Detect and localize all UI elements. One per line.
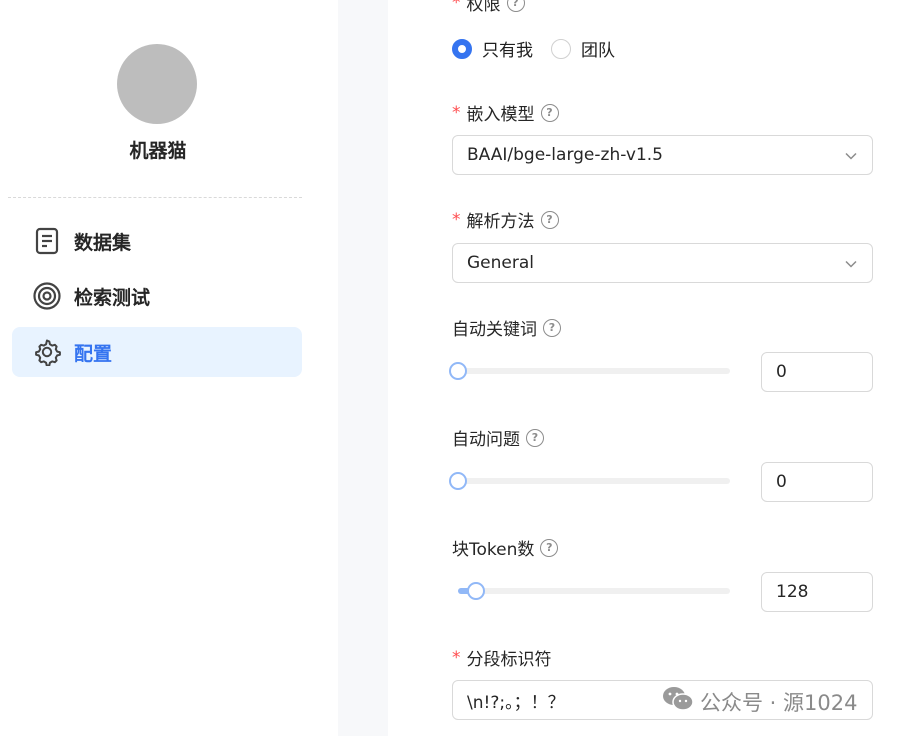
slider-handle[interactable] [449,472,467,490]
auto-questions-label: 自动问题 ? [452,425,544,450]
embedding-model-select[interactable]: BAAI/bge-large-zh-v1.5 [452,135,873,175]
radio-only-me[interactable]: 只有我 [452,36,533,61]
help-icon[interactable]: ? [540,538,559,557]
content-gutter [338,0,388,736]
sidebar: 机器猫 数据集 检索测试 配置 [0,0,316,736]
gear-icon [32,337,62,367]
avatar [117,44,197,124]
radio-checked-icon[interactable] [452,38,472,59]
target-icon [32,281,62,311]
auto-keywords-slider[interactable] [449,362,730,380]
chunk-tokens-slider[interactable] [458,582,730,600]
help-icon[interactable]: ? [543,318,561,337]
chunk-tokens-input[interactable]: 128 [761,572,873,612]
permission-radio-group: 只有我 团队 [452,36,633,61]
document-icon [32,226,62,256]
radio-unchecked-icon[interactable] [551,38,571,59]
watermark: 公众号 · 源1024 [662,686,857,717]
auto-questions-input[interactable]: 0 [761,462,873,502]
sidebar-item-retrieval-test[interactable]: 检索测试 [12,271,302,321]
sidebar-item-label: 配置 [74,342,113,365]
auto-keywords-input[interactable]: 0 [761,352,873,392]
sidebar-item-config[interactable]: 配置 [12,327,302,377]
chevron-down-icon [844,256,858,276]
parse-method-select[interactable]: General [452,243,873,283]
sidebar-item-label: 检索测试 [74,286,151,309]
delimiter-label: * 分段标识符 [452,647,552,671]
chevron-down-icon [844,148,858,168]
slider-handle[interactable] [449,362,467,380]
help-icon[interactable]: ? [540,210,559,229]
sidebar-item-label: 数据集 [74,231,132,254]
sidebar-item-dataset[interactable]: 数据集 [12,216,302,266]
parse-method-label: * 解析方法 ? [452,207,559,232]
auto-questions-slider[interactable] [449,472,730,490]
wechat-icon [662,686,694,717]
permission-label: * 权限 ? [452,0,525,15]
auto-keywords-label: 自动关键词 ? [452,315,561,340]
help-icon[interactable]: ? [540,103,559,122]
knowledge-base-name: 机器猫 [129,140,187,162]
embedding-model-label: * 嵌入模型 ? [452,100,559,125]
help-icon[interactable]: ? [506,0,525,12]
divider [8,197,302,198]
radio-team[interactable]: 团队 [551,36,615,61]
help-icon[interactable]: ? [526,428,544,447]
slider-handle[interactable] [467,582,485,600]
chunk-tokens-label: 块Token数 ? [452,535,559,560]
